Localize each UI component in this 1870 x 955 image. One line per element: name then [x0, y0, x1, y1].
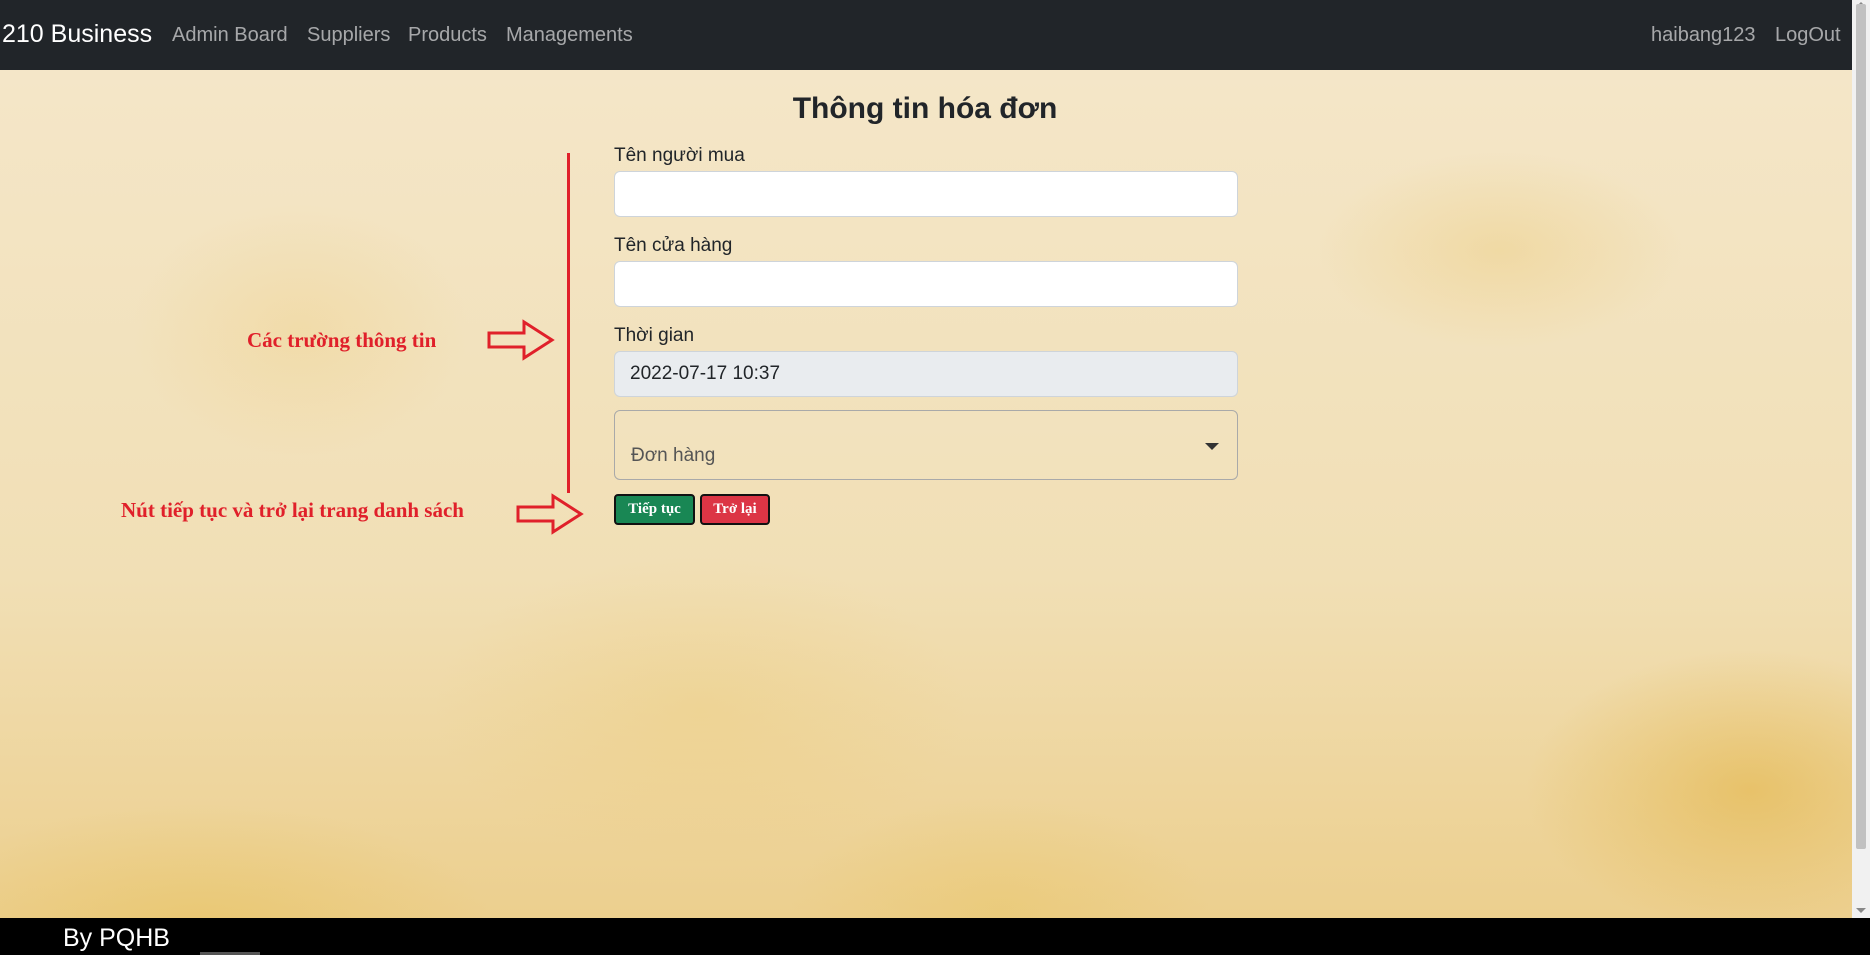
navbar-brand[interactable]: 210 Business — [2, 20, 152, 49]
buyer-input[interactable] — [614, 171, 1238, 217]
annotation-buttons-note: Nút tiếp tục và trở lại trang danh sách — [121, 498, 464, 522]
buyer-label: Tên người mua — [614, 145, 745, 166]
nav-user[interactable]: haibang123 — [1651, 24, 1756, 47]
navbar: 210 Business Admin Board Suppliers Produ… — [0, 0, 1852, 70]
annotation-fields-note: Các trường thông tin — [247, 328, 437, 352]
back-button[interactable]: Trở lại — [700, 494, 770, 525]
time-label: Thời gian — [614, 325, 695, 346]
annotation-bracket-line — [567, 153, 570, 493]
store-input[interactable] — [614, 261, 1238, 307]
footer-text: By PQHB — [63, 924, 170, 952]
nav-link-managements[interactable]: Managements — [506, 24, 633, 47]
arrow-right-icon — [516, 493, 584, 535]
scroll-thumb[interactable] — [1856, 4, 1866, 849]
scrollbar[interactable] — [1852, 0, 1870, 918]
nav-link-admin-board[interactable]: Admin Board — [172, 24, 288, 47]
store-label: Tên cửa hàng — [614, 235, 733, 256]
order-select-label: Đơn hàng — [631, 445, 716, 466]
nav-logout[interactable]: LogOut — [1775, 24, 1841, 47]
footer: By PQHB — [0, 918, 1870, 955]
scroll-down-icon[interactable] — [1856, 908, 1866, 913]
order-select[interactable]: Đơn hàng — [614, 410, 1238, 480]
arrow-right-icon — [487, 319, 555, 361]
chevron-down-icon — [1205, 443, 1219, 450]
continue-button[interactable]: Tiếp tục — [614, 494, 695, 525]
time-input[interactable] — [614, 351, 1238, 397]
nav-link-products[interactable]: Products — [408, 24, 487, 47]
nav-link-suppliers[interactable]: Suppliers — [307, 24, 390, 47]
page-title: Thông tin hóa đơn — [792, 92, 1058, 125]
